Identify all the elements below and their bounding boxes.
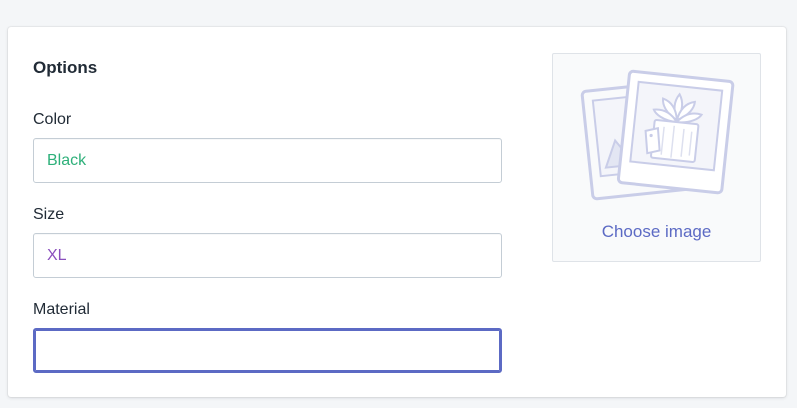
color-value: Black	[47, 151, 87, 169]
size-value: XL	[47, 246, 67, 264]
photos-placeholder-icon	[580, 69, 735, 201]
size-field[interactable]: XL	[33, 233, 502, 278]
section-title: Options	[33, 58, 98, 77]
choose-image-label: Choose image	[601, 222, 712, 241]
size-label: Size	[33, 206, 65, 223]
options-card: Options Color Black Size XL Material Cho…	[8, 27, 786, 397]
material-label: Material	[33, 301, 90, 318]
material-field[interactable]	[33, 328, 502, 373]
color-label: Color	[33, 111, 72, 128]
color-field[interactable]: Black	[33, 138, 502, 183]
choose-image-button[interactable]: Choose image	[552, 53, 761, 262]
